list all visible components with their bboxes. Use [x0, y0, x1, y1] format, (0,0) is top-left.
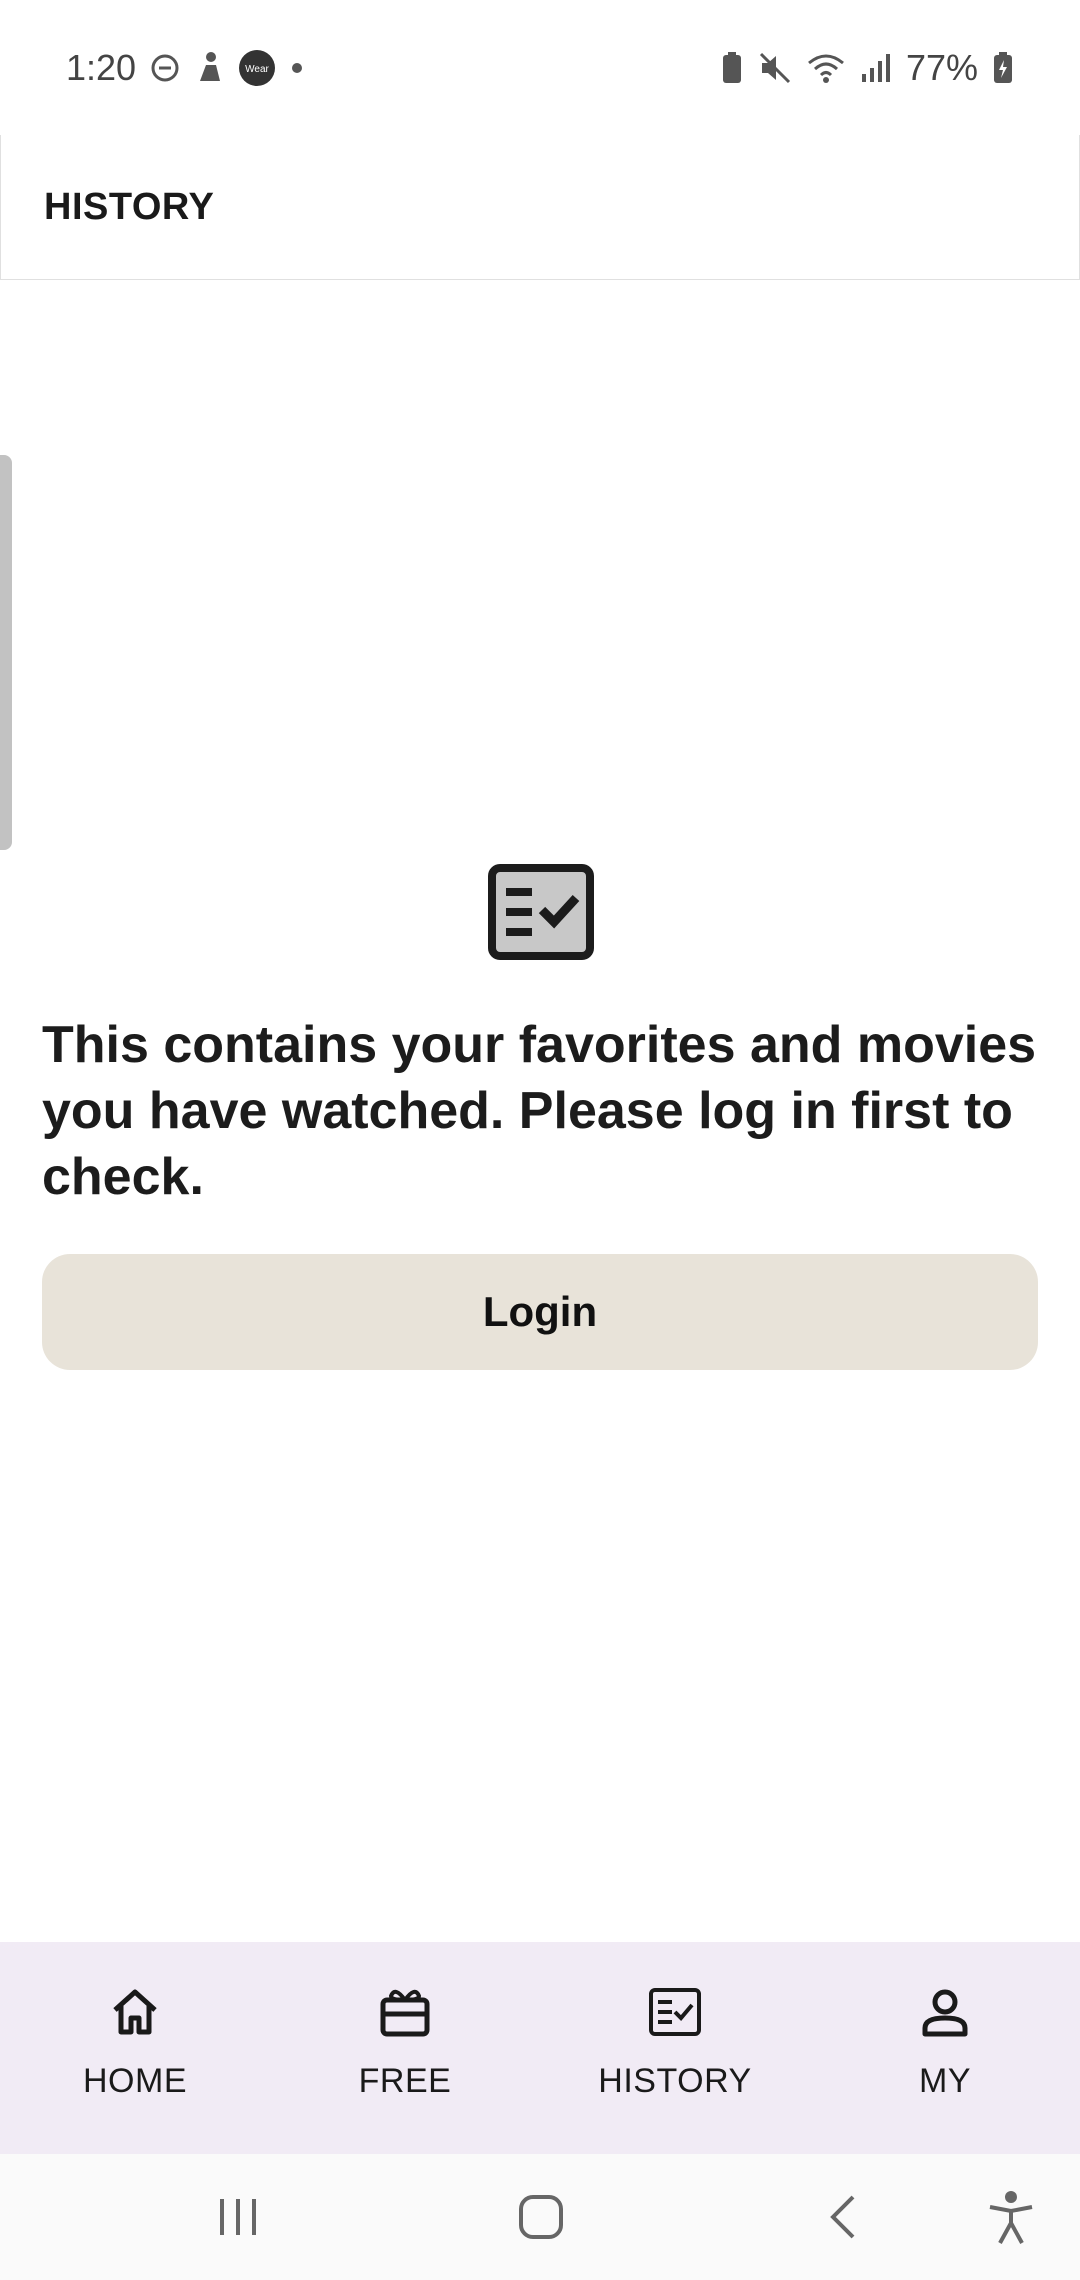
do-not-disturb-icon — [150, 53, 180, 83]
dot-icon — [290, 61, 304, 75]
nav-label-my: MY — [919, 2062, 971, 2100]
mute-icon — [758, 51, 792, 85]
app-bar: HISTORY — [0, 135, 1080, 280]
status-left: 1:20 Wear — [66, 47, 304, 89]
fitness-icon — [194, 51, 224, 85]
battery-percent: 77% — [905, 46, 978, 88]
status-bar: 1:20 Wear 77% — [0, 0, 1080, 135]
checklist-icon — [488, 864, 594, 960]
gift-icon — [375, 1982, 435, 2042]
person-icon — [915, 1982, 975, 2042]
login-button[interactable]: Login — [42, 1254, 1038, 1370]
nav-item-home[interactable]: HOME — [0, 1942, 270, 2154]
signal-icon — [860, 52, 892, 84]
wear-icon: Wear — [238, 49, 276, 87]
edge-panel-handle[interactable] — [0, 455, 12, 850]
accessibility-icon[interactable] — [978, 2184, 1044, 2250]
empty-state-message: This contains your favorites and movies … — [42, 1016, 1037, 1206]
svg-text:Wear: Wear — [245, 64, 269, 75]
nav-item-history[interactable]: HISTORY — [540, 1942, 810, 2154]
page-title: HISTORY — [44, 185, 215, 228]
nav-item-my[interactable]: MY — [810, 1942, 1080, 2154]
status-right: 77% — [720, 47, 1014, 89]
bottom-nav: HOME FREE HISTORY MY — [0, 1942, 1080, 2154]
battery-saver-icon — [720, 51, 744, 85]
battery-icon — [992, 51, 1014, 85]
checklist-icon — [645, 1982, 705, 2042]
status-time: 1:20 — [66, 46, 137, 88]
system-nav-bar — [0, 2154, 1080, 2280]
home-icon — [105, 1982, 165, 2042]
wifi-icon — [806, 51, 846, 85]
recent-apps-icon[interactable] — [206, 2184, 272, 2250]
nav-label-free: FREE — [358, 2062, 452, 2100]
nav-item-free[interactable]: FREE — [270, 1942, 540, 2154]
back-icon[interactable] — [810, 2184, 876, 2250]
nav-label-history: HISTORY — [598, 2062, 752, 2100]
nav-label-home: HOME — [83, 2062, 187, 2100]
home-button-icon[interactable] — [508, 2184, 574, 2250]
